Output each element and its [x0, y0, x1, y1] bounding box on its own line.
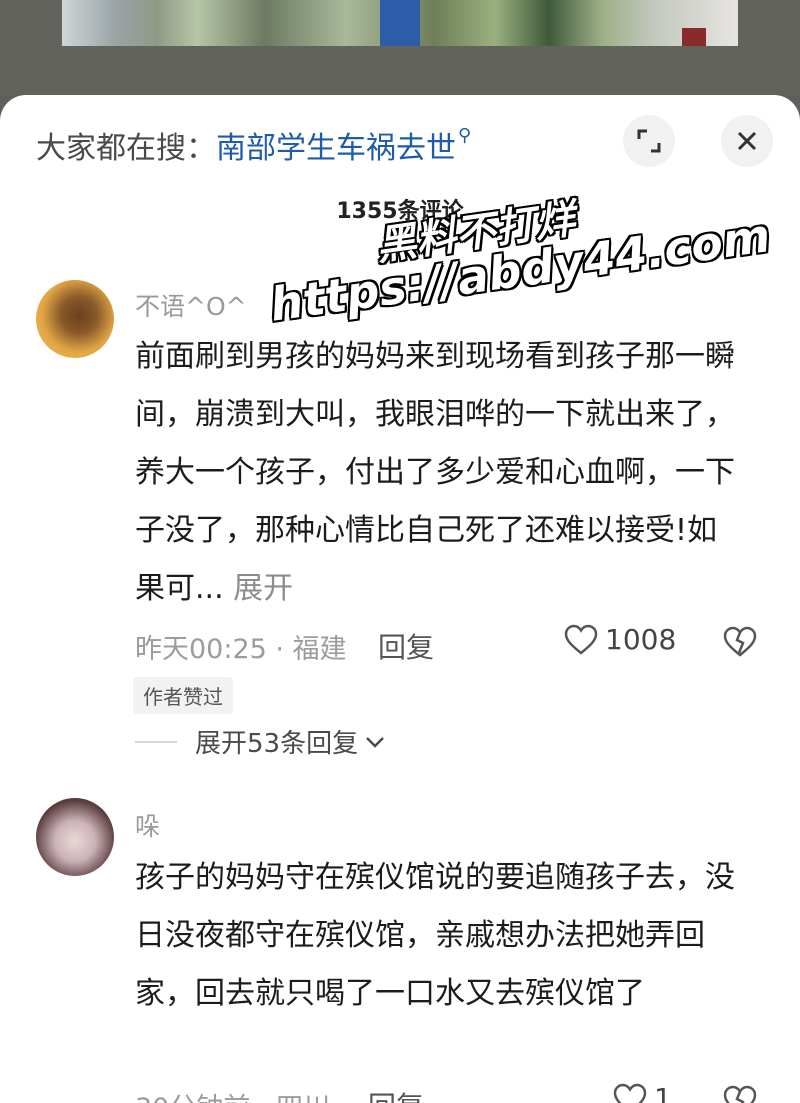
comment-text[interactable]: 前面刷到男孩的妈妈来到现场看到孩子那一瞬间，崩溃到大叫，我眼泪哗的一下就出来了，…: [135, 328, 745, 618]
reply-button[interactable]: 回复: [368, 1085, 424, 1103]
like-button[interactable]: 1: [612, 1082, 672, 1103]
search-suggestion[interactable]: 大家都在搜： 南部学生车祸去世 ⚲: [36, 123, 472, 167]
comments-sheet: 大家都在搜： 南部学生车祸去世 ⚲ 1355条评论 黑料不打烊 https://…: [0, 95, 800, 1103]
chevron-down-icon: [366, 736, 384, 748]
video-background: [0, 0, 800, 95]
video-sign: [380, 0, 420, 46]
video-sign-red: [682, 28, 706, 46]
comment-time-location: 30分钟前 · 四川: [135, 1086, 330, 1103]
comment-text-content: 孩子的妈妈守在殡仪馆说的要追随孩子去，没日没夜都守在殡仪馆，亲戚想办法把她弄回家…: [135, 860, 735, 1011]
close-button[interactable]: [721, 115, 773, 167]
heart-icon: [613, 1083, 647, 1103]
dislike-icon[interactable]: [722, 1085, 758, 1103]
expand-text-link[interactable]: 展开: [233, 571, 293, 606]
avatar[interactable]: [36, 798, 114, 876]
comment-time-location: 昨天00:25 · 福建: [135, 634, 347, 665]
fullscreen-button[interactable]: [623, 115, 675, 167]
fullscreen-icon: [637, 129, 661, 153]
dislike-icon[interactable]: [722, 626, 758, 658]
reply-button[interactable]: 回复: [378, 626, 434, 666]
divider-line: [135, 740, 177, 743]
search-prefix: 大家都在搜：: [36, 131, 216, 166]
expand-replies-button[interactable]: 展开53条回复: [135, 723, 386, 760]
like-count: 1008: [605, 623, 677, 656]
like-count: 1: [654, 1082, 672, 1103]
expand-replies-label: 展开53条回复: [195, 729, 359, 759]
avatar[interactable]: [36, 280, 114, 358]
comment-username[interactable]: 哚: [135, 807, 160, 843]
close-icon: [737, 131, 757, 151]
video-frame: [62, 0, 738, 46]
search-icon: ⚲: [458, 124, 472, 146]
search-term-link[interactable]: 南部学生车祸去世: [216, 123, 456, 167]
author-liked-badge: 作者赞过: [133, 677, 233, 714]
comment-username[interactable]: 不语^O^: [135, 287, 247, 323]
comment-text-content: 前面刷到男孩的妈妈来到现场看到孩子那一瞬间，崩溃到大叫，我眼泪哗的一下就出来了，…: [135, 339, 735, 606]
heart-icon: [564, 624, 598, 655]
comment-text[interactable]: 孩子的妈妈守在殡仪馆说的要追随孩子去，没日没夜都守在殡仪馆，亲戚想办法把她弄回家…: [135, 849, 745, 1023]
like-button[interactable]: 1008: [563, 623, 676, 656]
